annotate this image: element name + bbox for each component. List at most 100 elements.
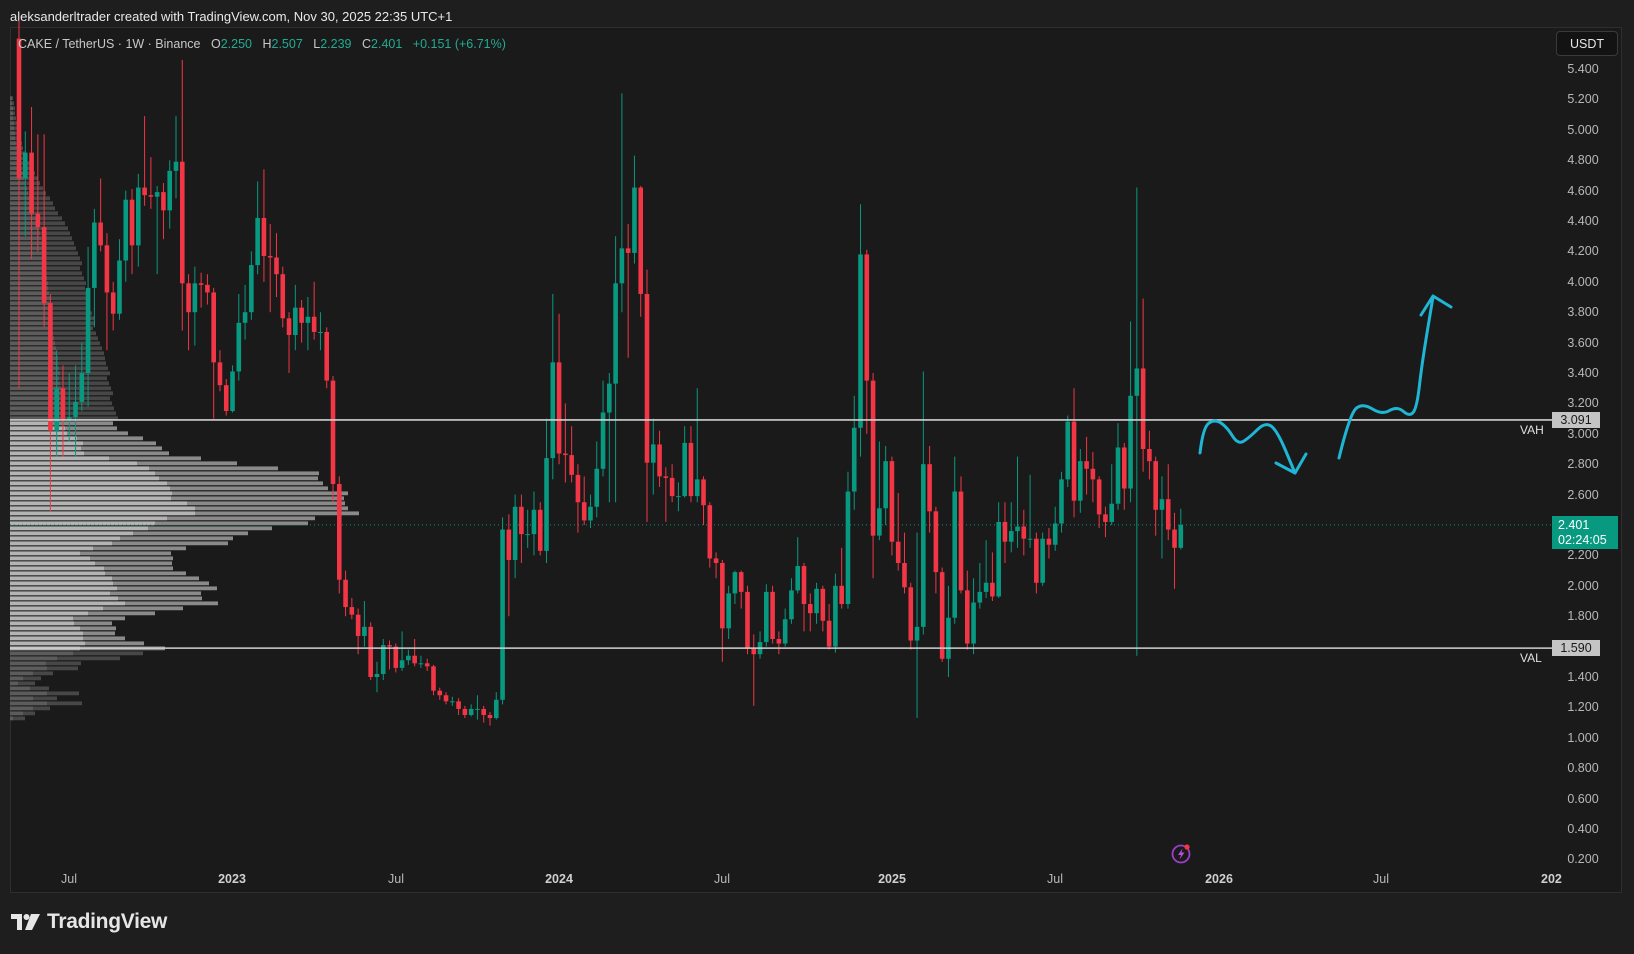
candle-body[interactable]: [399, 660, 405, 668]
candle-body[interactable]: [387, 645, 392, 647]
candle-body[interactable]: [858, 254, 863, 428]
candle-body[interactable]: [738, 572, 744, 592]
candle-body[interactable]: [1109, 503, 1115, 522]
candle-body[interactable]: [770, 591, 775, 639]
candle-body[interactable]: [1153, 461, 1158, 510]
candle-body[interactable]: [29, 152, 34, 214]
candle-body[interactable]: [54, 388, 59, 431]
candle-body[interactable]: [305, 316, 311, 323]
candle-body[interactable]: [1071, 421, 1077, 501]
candle-body[interactable]: [1052, 523, 1058, 545]
candle-body[interactable]: [236, 322, 242, 372]
candle-body[interactable]: [267, 255, 273, 258]
candle-body[interactable]: [1103, 514, 1108, 522]
candle-body[interactable]: [1140, 368, 1146, 449]
candle-body[interactable]: [418, 663, 424, 665]
candle-body[interactable]: [556, 362, 562, 454]
candle-body[interactable]: [807, 604, 813, 614]
candle-body[interactable]: [983, 582, 989, 592]
candle-body[interactable]: [519, 506, 524, 535]
candle-body[interactable]: [877, 508, 882, 536]
candle-body[interactable]: [136, 187, 141, 246]
candle-body[interactable]: [1015, 526, 1020, 532]
candle-body[interactable]: [274, 257, 279, 275]
scenario-2-breakout-up[interactable]: [1337, 295, 1435, 460]
candle-body[interactable]: [506, 529, 512, 560]
candle-body[interactable]: [362, 626, 367, 636]
candle-body[interactable]: [336, 483, 342, 580]
candle-body[interactable]: [230, 371, 235, 411]
candle-body[interactable]: [921, 464, 926, 627]
candle-body[interactable]: [406, 655, 411, 661]
candle-body[interactable]: [1178, 524, 1184, 548]
symbol-title[interactable]: CAKE / TetherUS · 1W · Binance: [18, 37, 200, 51]
candle-body[interactable]: [575, 474, 581, 503]
candle-body[interactable]: [456, 701, 461, 709]
candle-body[interactable]: [531, 509, 537, 535]
candle-body[interactable]: [35, 213, 41, 228]
candle-body[interactable]: [493, 699, 499, 719]
candle-body[interactable]: [650, 444, 656, 463]
candle-body[interactable]: [789, 590, 794, 620]
candle-body[interactable]: [192, 283, 198, 313]
candle-body[interactable]: [625, 248, 631, 253]
candle-body[interactable]: [764, 591, 769, 643]
candle-body[interactable]: [412, 655, 417, 664]
currency-button[interactable]: USDT: [1556, 31, 1618, 56]
candle-body[interactable]: [996, 521, 1001, 597]
candle-body[interactable]: [820, 588, 826, 621]
candle-body[interactable]: [933, 511, 939, 573]
candle-body[interactable]: [1084, 461, 1089, 469]
candle-body[interactable]: [889, 461, 895, 542]
candle-body[interactable]: [41, 227, 47, 304]
candle-body[interactable]: [619, 248, 625, 284]
candle-body[interactable]: [801, 566, 807, 605]
candle-body[interactable]: [211, 292, 216, 363]
candle-body[interactable]: [217, 362, 223, 386]
candle-body[interactable]: [16, 38, 22, 179]
candle-body[interactable]: [563, 453, 568, 456]
candle-body[interactable]: [481, 708, 487, 715]
candle-body[interactable]: [60, 388, 66, 421]
candle-body[interactable]: [707, 505, 713, 559]
candle-body[interactable]: [167, 170, 173, 211]
candle-body[interactable]: [883, 461, 888, 509]
candle-body[interactable]: [1115, 447, 1121, 504]
candle-body[interactable]: [1008, 531, 1014, 542]
candle-body[interactable]: [468, 708, 474, 715]
candle-body[interactable]: [550, 362, 556, 459]
candle-body[interactable]: [1034, 538, 1039, 583]
candle-body[interactable]: [902, 563, 907, 588]
candle-body[interactable]: [286, 318, 292, 335]
candle-body[interactable]: [424, 663, 430, 667]
candle-body[interactable]: [110, 292, 116, 314]
candle-body[interactable]: [73, 401, 78, 418]
candle-body[interactable]: [355, 614, 361, 636]
candle-body[interactable]: [581, 502, 587, 521]
candle-body[interactable]: [1046, 538, 1052, 545]
candle-body[interactable]: [123, 199, 129, 261]
candle-body[interactable]: [952, 491, 958, 618]
candle-body[interactable]: [782, 619, 788, 644]
candle-body[interactable]: [330, 380, 336, 484]
candle-body[interactable]: [179, 161, 185, 284]
candle-body[interactable]: [198, 283, 204, 285]
candle-body[interactable]: [349, 607, 355, 615]
candle-body[interactable]: [92, 222, 97, 288]
candle-body[interactable]: [500, 529, 505, 700]
candle-body[interactable]: [1021, 526, 1027, 539]
candle-body[interactable]: [205, 284, 210, 293]
candle-body[interactable]: [644, 293, 650, 463]
candle-body[interactable]: [393, 646, 399, 668]
candle-body[interactable]: [600, 412, 606, 469]
candle-body[interactable]: [745, 591, 750, 649]
candle-body[interactable]: [870, 380, 876, 536]
candle-body[interactable]: [688, 442, 694, 497]
candle-body[interactable]: [613, 283, 618, 384]
candle-body[interactable]: [1059, 479, 1064, 524]
candle-body[interactable]: [324, 331, 330, 381]
candle-body[interactable]: [1090, 468, 1096, 480]
candle-body[interactable]: [487, 715, 493, 719]
candle-body[interactable]: [632, 187, 637, 253]
candle-body[interactable]: [607, 383, 612, 413]
